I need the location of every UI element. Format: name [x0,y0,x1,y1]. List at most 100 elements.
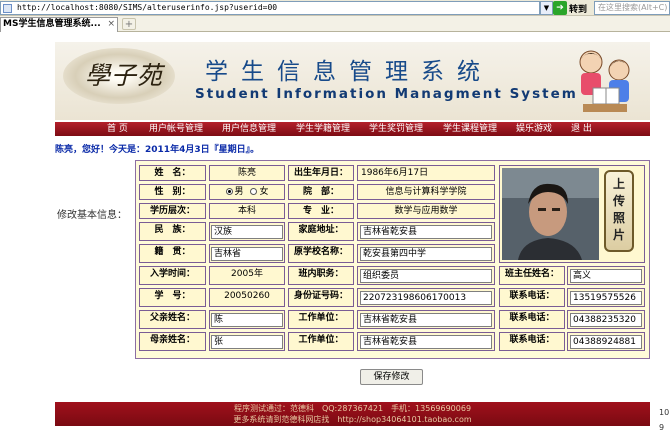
main-nav: 首 页 用户帐号管理 用户信息管理 学生学籍管理 学生奖罚管理 学生课程管理 娱… [55,122,650,136]
college-label: 院 部： [288,184,354,200]
mother-phone-input[interactable]: 04388924881 [570,335,642,349]
ethnic-cell: 汉族 [209,222,285,241]
mother-work-label: 工作单位： [288,332,354,351]
father-work-cell: 吉林省乾安县 [357,310,495,329]
nav-user-info-manage[interactable]: 用户信息管理 [222,123,276,135]
enroll-value: 2005年 [209,266,285,285]
major-value: 数学与应用数学 [357,203,495,219]
upload-photo-button[interactable]: 上传照片 [604,170,634,252]
nav-games[interactable]: 娱乐游戏 [516,123,552,135]
class-role-label: 班内职务： [288,266,354,285]
go-arrow-icon[interactable]: ➔ [553,1,567,15]
ethnic-input[interactable]: 汉族 [211,225,283,239]
nav-logout[interactable]: 退 出 [571,123,592,135]
idcard-label: 身份证号码： [288,288,354,307]
save-button[interactable]: 保存修改 [360,369,423,385]
gender-female-radio[interactable] [250,188,258,195]
tab-sims[interactable]: MS学生信息管理系统... × [0,17,118,32]
nav-home[interactable]: 首 页 [107,123,128,135]
gender-male-radio[interactable] [225,188,233,195]
address-cell: 吉林省乾安县 [357,222,495,241]
footer-shop-link[interactable]: 更多系统请到范德科网店找 http://shop34064101.taobao.… [55,414,650,425]
mother-cell: 张 [209,332,285,351]
students-illustration [579,50,630,112]
father-phone-cell: 04388235320 [567,310,645,329]
url-input[interactable]: http://localhost:8080/SIMS/alteruserinfo… [0,1,540,15]
nav-course-manage[interactable]: 学生课程管理 [443,123,497,135]
gender-radio-group: 男 女 [209,184,285,200]
footer: 程序测试通过：范德科 QQ:287367421 手机：13569690069 更… [55,402,650,426]
welcome-user-name: 陈亮 [55,145,74,155]
mother-work-cell: 吉林省乾安县 [357,332,495,351]
go-button[interactable]: 转到 [569,2,587,15]
idcard-input[interactable]: 220723198606170013 [360,291,492,305]
footer-contact: 程序测试通过：范德科 QQ:287367421 手机：13569690069 [233,404,472,413]
search-input[interactable]: 在这里搜索(Alt+C) [594,1,670,15]
major-label: 专 业： [288,203,354,219]
level-label: 学历层次： [139,203,206,219]
welcome-text: ，您好！今天是：2011年4月3日『星期日』。 [73,145,260,155]
tab-bar: MS学生信息管理系统... × + [0,16,670,32]
address-label: 家庭地址： [288,222,354,241]
teacher-input[interactable]: 高义 [570,269,642,283]
system-title-en: Student Information Managment System [195,86,578,102]
address-bar: http://localhost:8080/SIMS/alteruserinfo… [0,0,670,16]
mother-input[interactable]: 张 [211,335,283,349]
tab-title: MS学生信息管理系统... [3,19,101,29]
side-number-top: 10 [659,408,670,417]
phone-input[interactable]: 13519575526 [570,291,642,305]
origin-label: 籍 贯： [139,244,206,263]
student-photo [502,168,599,260]
gender-female-label: 女 [259,187,269,197]
side-number-bottom: 9 [659,423,665,432]
school-label: 原学校名称： [288,244,354,263]
mother-phone-cell: 04388924881 [567,332,645,351]
level-value: 本科 [209,203,285,219]
father-phone-input[interactable]: 04388235320 [570,313,642,327]
phone-label: 联系电话： [499,288,565,307]
address-input[interactable]: 吉林省乾安县 [360,225,492,239]
gender-male-label: 男 [234,187,244,197]
phone-cell: 13519575526 [567,288,645,307]
father-cell: 陈 [209,310,285,329]
page-label: 修改基本信息： [57,210,127,221]
page-icon [3,4,12,13]
nav-account-manage[interactable]: 用户帐号管理 [149,123,203,135]
teacher-label: 班主任姓名： [499,266,565,285]
birth-cell: 1986年6月17日 [357,165,495,181]
ethnic-label: 民 族： [139,222,206,241]
student-id-value: 20050260 [209,288,285,307]
logo-calligraphy: 學子苑 [85,61,164,90]
teacher-cell: 高义 [567,266,645,285]
upload-photo-label: 上传照片 [613,177,626,242]
origin-cell: 吉林省 [209,244,285,263]
welcome-line: 陈亮，您好！今天是：2011年4月3日『星期日』。 [55,142,259,155]
student-id-label: 学 号： [139,288,206,307]
close-tab-icon[interactable]: × [107,18,115,31]
mother-label: 母亲姓名： [139,332,206,351]
name-value: 陈亮 [209,165,285,181]
new-tab-button[interactable]: + [122,18,136,30]
college-value: 信息与计算科学学院 [357,184,495,200]
nav-reward-punish[interactable]: 学生奖罚管理 [369,123,423,135]
enroll-label: 入学时间： [139,266,206,285]
father-input[interactable]: 陈 [211,313,283,327]
url-text: http://localhost:8080/SIMS/alteruserinfo… [17,3,278,12]
name-label: 姓 名： [139,165,206,181]
class-role-input[interactable]: 组织委员 [360,269,492,283]
mother-work-input[interactable]: 吉林省乾安县 [360,335,492,349]
gender-label: 性 别： [139,184,206,200]
father-work-input[interactable]: 吉林省乾安县 [360,313,492,327]
school-input[interactable]: 乾安县第四中学 [360,247,492,261]
father-work-label: 工作单位： [288,310,354,329]
origin-input[interactable]: 吉林省 [211,247,283,261]
birth-label: 出生年月日： [288,165,354,181]
birth-value: 1986年6月17日 [361,168,429,178]
nav-student-status[interactable]: 学生学籍管理 [296,123,350,135]
system-title-cn: 学生信息管理系统 [205,59,493,85]
header-banner: 學子苑 学生信息管理系统 Student Information Managme… [55,42,650,120]
father-label: 父亲姓名： [139,310,206,329]
mother-phone-label: 联系电话： [499,332,565,351]
url-dropdown-icon[interactable]: ▼ [540,1,553,15]
class-role-cell: 组织委员 [357,266,495,285]
